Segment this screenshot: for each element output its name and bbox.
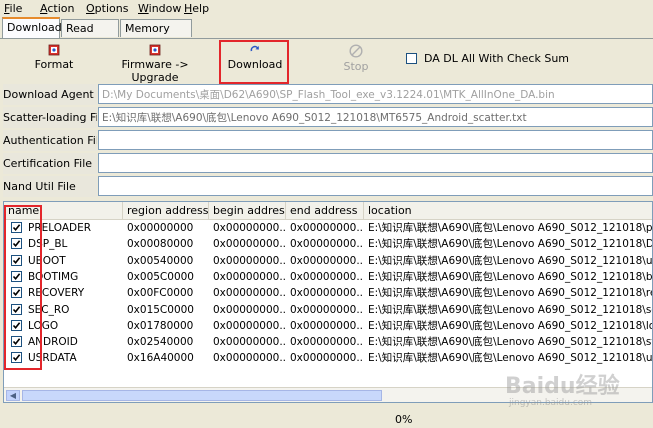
table-row[interactable]: ANDROID 0x02540000 0x00000000... 0x00000000… bbox=[4, 334, 653, 350]
scrollbar-thumb[interactable] bbox=[22, 390, 382, 401]
cell-begin-address: 0x00000000... bbox=[213, 287, 285, 300]
cell-begin-address: 0x00000000... bbox=[213, 336, 285, 349]
download-highlight-box bbox=[219, 40, 289, 84]
cell-begin-address: 0x00000000... bbox=[213, 238, 285, 251]
cell-begin-address: 0x00000000... bbox=[213, 270, 285, 283]
cell-region-address: 0x005C0000 bbox=[127, 270, 194, 283]
column-header-begin-address[interactable]: begin address bbox=[209, 202, 286, 219]
cell-region-address: 0x00540000 bbox=[127, 254, 194, 267]
watermark-url: jingyan.baidu.com bbox=[509, 398, 593, 408]
certification-file-label: Certification File bbox=[3, 153, 97, 174]
cell-end-address: 0x00000000... bbox=[290, 270, 362, 283]
cell-begin-address: 0x00000000... bbox=[213, 222, 285, 234]
cell-end-address: 0x00000000... bbox=[290, 352, 362, 365]
tab-strip: Download Read back Memory Test bbox=[0, 17, 653, 53]
cell-region-address: 0x00000000 bbox=[127, 222, 194, 234]
cell-location: E:\知识库\联想\A690\底包\Lenovo A690_S012_12101… bbox=[368, 336, 653, 349]
cell-end-address: 0x00000000... bbox=[290, 238, 362, 251]
table-row[interactable]: DSP_BL 0x00080000 0x00000000... 0x00000000.… bbox=[4, 236, 653, 252]
format-icon bbox=[48, 44, 60, 56]
table-row[interactable]: SEC_RO 0x015C0000 0x00000000... 0x00000000.… bbox=[4, 302, 653, 318]
cell-region-address: 0x01780000 bbox=[127, 319, 194, 332]
checkbox-highlight-box bbox=[4, 205, 42, 370]
table-row[interactable]: LOGO 0x01780000 0x00000000... 0x00000000...… bbox=[4, 318, 653, 334]
menu-options[interactable]: Options bbox=[86, 2, 128, 15]
cell-location: E:\知识库\联想\A690\底包\Lenovo A690_S012_12101… bbox=[368, 352, 653, 365]
status-bar: 0% bbox=[0, 410, 653, 428]
column-header-end-address[interactable]: end address bbox=[286, 202, 364, 219]
firmware-upgrade-icon bbox=[149, 44, 161, 56]
scroll-left-arrow-icon[interactable]: ◀ bbox=[6, 390, 20, 401]
table-header: name region address begin address end ad… bbox=[4, 202, 652, 220]
authentication-file-field[interactable] bbox=[98, 130, 653, 150]
cell-end-address: 0x00000000... bbox=[290, 336, 362, 349]
cell-end-address: 0x00000000... bbox=[290, 303, 362, 316]
checksum-checkbox[interactable] bbox=[406, 53, 417, 64]
column-header-location[interactable]: location bbox=[364, 202, 652, 219]
stop-button[interactable]: Stop bbox=[336, 44, 376, 80]
table-row[interactable]: PRELOADER 0x00000000 0x00000000... 0x000000… bbox=[4, 220, 653, 236]
firmware-upgrade-button[interactable]: Firmware -> Upgrade bbox=[104, 44, 206, 84]
stop-icon bbox=[349, 44, 363, 58]
cell-begin-address: 0x00000000... bbox=[213, 319, 285, 332]
cell-begin-address: 0x00000000... bbox=[213, 254, 285, 267]
cell-location: E:\知识库\联想\A690\底包\Lenovo A690_S012_12101… bbox=[368, 287, 653, 300]
cell-location: E:\知识库\联想\A690\底包\Lenovo A690_S012_12101… bbox=[368, 222, 653, 234]
download-agent-field[interactable]: D:\My Documents\桌面\D62\A690\SP_Flash_Too… bbox=[98, 84, 653, 104]
nand-util-file-label: Nand Util File bbox=[3, 176, 97, 197]
download-agent-label: Download Agent bbox=[3, 84, 97, 105]
stop-label: Stop bbox=[343, 60, 369, 73]
scatter-loading-label: Scatter-loading File bbox=[3, 107, 97, 128]
progress-percent: 0% bbox=[395, 413, 413, 426]
nand-util-file-field[interactable] bbox=[98, 176, 653, 196]
cell-end-address: 0x00000000... bbox=[290, 319, 362, 332]
cell-begin-address: 0x00000000... bbox=[213, 352, 285, 365]
cell-location: E:\知识库\联想\A690\底包\Lenovo A690_S012_12101… bbox=[368, 303, 653, 316]
cell-region-address: 0x00FC0000 bbox=[127, 287, 194, 300]
cell-region-address: 0x00080000 bbox=[127, 238, 194, 251]
table-row[interactable]: BOOTIMG 0x005C0000 0x00000000... 0x00000000… bbox=[4, 269, 653, 285]
authentication-file-label: Authentication File bbox=[3, 130, 97, 151]
cell-begin-address: 0x00000000... bbox=[213, 303, 285, 316]
menu-action[interactable]: Action bbox=[40, 2, 74, 15]
table-row[interactable]: USRDATA 0x16A40000 0x00000000... 0x00000000… bbox=[4, 350, 653, 366]
tab-memory-test[interactable]: Memory Test bbox=[120, 19, 192, 53]
menu-window[interactable]: Window bbox=[138, 2, 181, 15]
certification-file-field[interactable] bbox=[98, 153, 653, 173]
cell-end-address: 0x00000000... bbox=[290, 287, 362, 300]
checksum-label: DA DL All With Check Sum bbox=[424, 52, 570, 65]
menu-bar: File Action Options Window Help bbox=[0, 0, 653, 16]
format-label: Format bbox=[34, 58, 74, 71]
cell-end-address: 0x00000000... bbox=[290, 222, 362, 234]
tab-download[interactable]: Download bbox=[2, 17, 62, 38]
column-header-region-address[interactable]: region address bbox=[123, 202, 209, 219]
table-row[interactable]: RECOVERY 0x00FC0000 0x00000000... 0x0000000… bbox=[4, 285, 653, 301]
firmware-upgrade-label: Firmware -> Upgrade bbox=[121, 58, 189, 84]
cell-region-address: 0x16A40000 bbox=[127, 352, 194, 365]
table-row[interactable]: UBOOT 0x00540000 0x00000000... 0x00000000..… bbox=[4, 253, 653, 269]
cell-end-address: 0x00000000... bbox=[290, 254, 362, 267]
cell-location: E:\知识库\联想\A690\底包\Lenovo A690_S012_12101… bbox=[368, 254, 653, 267]
cell-location: E:\知识库\联想\A690\底包\Lenovo A690_S012_12101… bbox=[368, 319, 653, 332]
tab-read-back[interactable]: Read back bbox=[61, 19, 119, 53]
cell-region-address: 0x02540000 bbox=[127, 336, 194, 349]
menu-file[interactable]: File bbox=[4, 2, 22, 15]
cell-region-address: 0x015C0000 bbox=[127, 303, 194, 316]
watermark-logo: Baidu经验 bbox=[505, 374, 620, 399]
cell-location: E:\知识库\联想\A690\底包\Lenovo A690_S012_12101… bbox=[368, 238, 653, 251]
cell-location: E:\知识库\联想\A690\底包\Lenovo A690_S012_12101… bbox=[368, 270, 653, 283]
format-button[interactable]: Format bbox=[30, 44, 78, 80]
menu-help[interactable]: Help bbox=[184, 2, 209, 15]
scatter-loading-field[interactable]: E:\知识库\联想\A690\底包\Lenovo A690_S012_12101… bbox=[98, 107, 653, 127]
